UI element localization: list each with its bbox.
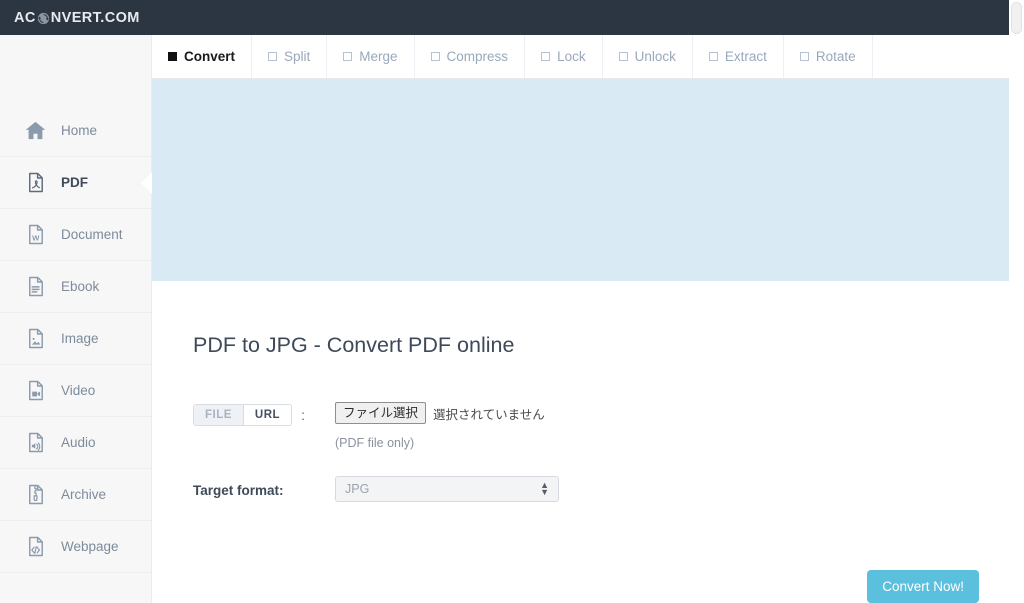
- sidebar-item-label: Archive: [61, 487, 107, 502]
- pdf-file-icon: [22, 170, 48, 196]
- checkbox-empty-icon: [708, 52, 718, 61]
- tab-unlock[interactable]: Unlock: [603, 35, 693, 78]
- convert-now-button[interactable]: Convert Now!: [867, 570, 979, 603]
- word-document-icon: W: [22, 222, 48, 248]
- target-format-label: Target format:: [193, 482, 284, 498]
- main-content: PDF to JPG - Convert PDF online FILE URL…: [152, 281, 1009, 603]
- site-logo[interactable]: AC NVERT.COM: [14, 10, 140, 26]
- sidebar-item-webpage[interactable]: Webpage: [0, 521, 151, 573]
- choose-file-button[interactable]: ファイル選択: [335, 402, 427, 425]
- sidebar-nav: Home PDF W Document Ebook Image Video Audio Arch…: [0, 35, 152, 603]
- sidebar-item-ebook[interactable]: Ebook: [0, 261, 151, 313]
- checkbox-checked-icon: [168, 52, 177, 61]
- tab-label: Convert: [184, 49, 236, 64]
- page-title: PDF to JPG - Convert PDF online: [193, 333, 515, 357]
- target-format-label-col: Target format:: [193, 481, 335, 498]
- checkbox-empty-icon: [618, 52, 628, 61]
- sidebar-item-label: Home: [61, 123, 98, 138]
- tab-extract[interactable]: Extract: [693, 35, 784, 78]
- tab-label: Lock: [557, 49, 586, 64]
- checkbox-empty-icon: [343, 52, 353, 61]
- tab-rotate[interactable]: Rotate: [784, 35, 873, 78]
- scrollbar-thumb[interactable]: [1011, 2, 1022, 34]
- svg-text:W: W: [32, 233, 40, 242]
- file-url-segmented-control: FILE URL: [193, 404, 293, 426]
- checkbox-empty-icon: [799, 52, 809, 61]
- tab-convert[interactable]: Convert: [152, 35, 253, 78]
- tabbar-filler: [873, 35, 1009, 78]
- tab-lock[interactable]: Lock: [525, 35, 603, 78]
- archive-file-icon: [22, 482, 48, 508]
- file-tab-button[interactable]: FILE: [194, 405, 244, 425]
- target-format-row: Target format: JPG ▲ ▼: [193, 476, 1009, 503]
- sidebar-item-archive[interactable]: Archive: [0, 469, 151, 521]
- tab-split[interactable]: Split: [252, 35, 328, 78]
- ad-banner-placeholder: [152, 79, 1009, 281]
- sidebar-item-label: Ebook: [61, 279, 100, 294]
- sidebar-item-label: Image: [61, 331, 99, 346]
- source-type-toggle: FILE URL :: [193, 402, 335, 426]
- browser-scrollbar[interactable]: [1009, 0, 1024, 603]
- page-root: AC NVERT.COM Home PDF W Document Ebook Image V…: [0, 0, 1024, 603]
- audio-file-icon: [22, 430, 48, 456]
- ebook-file-icon: [22, 274, 48, 300]
- logo-suffix-text: NVERT.COM: [50, 9, 140, 26]
- sidebar-item-label: PDF: [61, 175, 88, 190]
- chevron-updown-icon: ▲ ▼: [540, 480, 549, 498]
- home-icon: [22, 118, 48, 144]
- file-type-hint: (PDF file only): [335, 436, 415, 451]
- source-row: FILE URL : ファイル選択 選択されていません (PDF file on…: [193, 402, 1009, 450]
- convert-circular-arrows-icon: [36, 11, 51, 26]
- target-format-value: JPG: [345, 482, 370, 497]
- tab-label: Compress: [446, 49, 509, 64]
- target-format-select[interactable]: JPG ▲ ▼: [335, 476, 559, 503]
- sidebar-item-home[interactable]: Home: [0, 105, 151, 157]
- tab-label: Unlock: [634, 49, 676, 64]
- tab-compress[interactable]: Compress: [415, 35, 526, 78]
- tab-label: Extract: [724, 49, 767, 64]
- logo-prefix-text: AC: [14, 9, 36, 26]
- image-file-icon: [22, 326, 48, 352]
- video-file-icon: [22, 378, 48, 404]
- tab-merge[interactable]: Merge: [327, 35, 415, 78]
- tab-label: Rotate: [815, 49, 856, 64]
- target-format-field: JPG ▲ ▼: [335, 476, 1009, 503]
- file-field: ファイル選択 選択されていません (PDF file only): [335, 402, 1009, 450]
- source-colon: :: [301, 407, 305, 423]
- sidebar-item-label: Video: [61, 383, 96, 398]
- checkbox-empty-icon: [541, 52, 551, 61]
- webpage-code-file-icon: [22, 534, 48, 560]
- url-tab-button[interactable]: URL: [243, 405, 292, 425]
- sidebar-item-audio[interactable]: Audio: [0, 417, 151, 469]
- site-header: AC NVERT.COM: [0, 0, 1009, 35]
- sidebar-item-label: Document: [61, 227, 123, 242]
- file-input[interactable]: ファイル選択 選択されていません: [335, 402, 1009, 425]
- tab-label: Merge: [359, 49, 398, 64]
- sidebar-item-image[interactable]: Image: [0, 313, 151, 365]
- operation-tabs: Convert Split Merge Compress Lock Unlock Extra…: [152, 35, 1009, 79]
- sidebar-item-label: Audio: [61, 435, 96, 450]
- checkbox-empty-icon: [268, 52, 278, 61]
- sidebar-item-video[interactable]: Video: [0, 365, 151, 417]
- tab-label: Split: [284, 49, 311, 64]
- sidebar-item-pdf[interactable]: PDF: [0, 157, 151, 209]
- sidebar-item-label: Webpage: [61, 539, 119, 554]
- file-status-text: 選択されていません: [433, 406, 545, 422]
- checkbox-empty-icon: [430, 52, 440, 61]
- sidebar-item-document[interactable]: W Document: [0, 209, 151, 261]
